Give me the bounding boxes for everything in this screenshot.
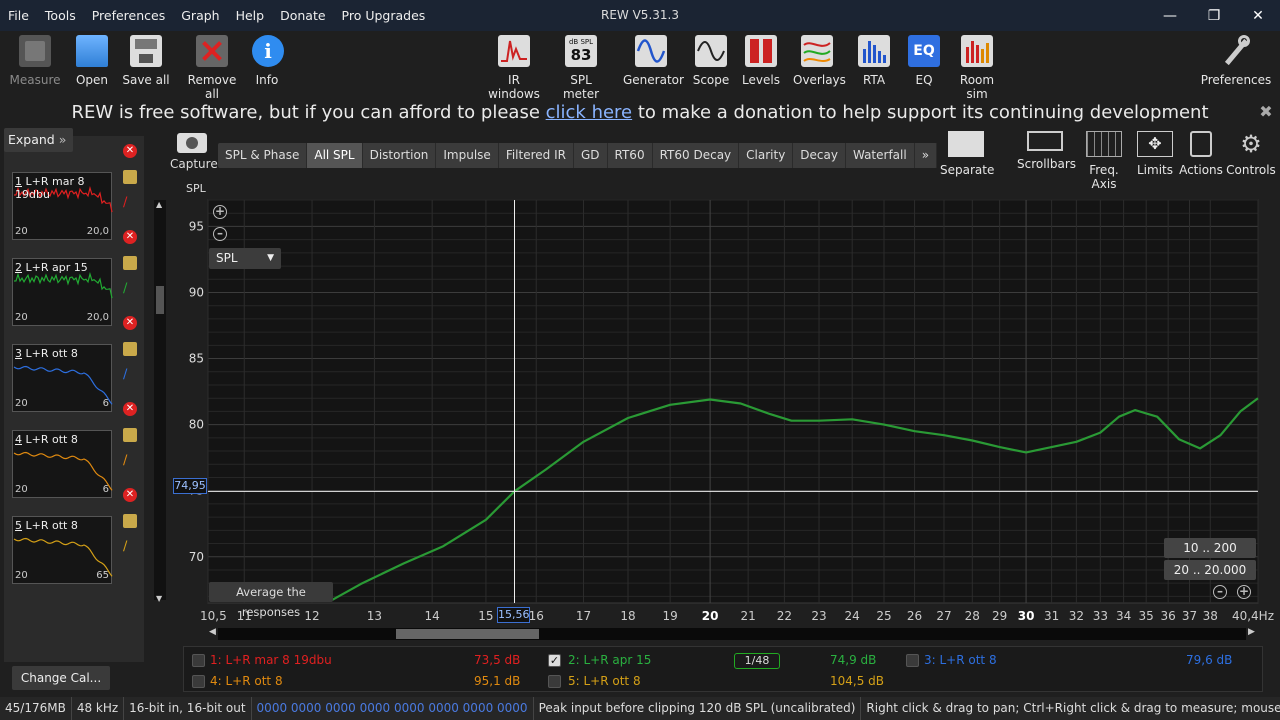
scroll-left-icon[interactable]: ◀	[209, 627, 216, 637]
x-tick-label: 22	[777, 609, 792, 623]
y-tick-label: 85	[189, 352, 204, 366]
x-tick-label: 34	[1116, 609, 1131, 623]
x-tick-label: 24	[845, 609, 860, 623]
bit-depth: 16-bit in, 16-bit out	[124, 697, 252, 720]
x-tick-label: 21	[740, 609, 755, 623]
legend-checkbox[interactable]	[192, 654, 205, 667]
legend-label: 2: L+R apr 15	[568, 653, 652, 667]
x-tick-label: 37	[1182, 609, 1197, 623]
rew-window: File Tools Preferences Graph Help Donate…	[0, 0, 1280, 720]
mouse-hint: Right click & drag to pan; Ctrl+Right cl…	[861, 697, 1280, 720]
x-tick-label: 14	[425, 609, 440, 623]
zoom-out-y-icon[interactable]: –	[213, 227, 227, 241]
y-tick-label: 95	[189, 219, 204, 233]
x-tick-label: 33	[1093, 609, 1108, 623]
x-tick-label: 31	[1044, 609, 1059, 623]
range-10-200-button[interactable]: 10 .. 200	[1164, 538, 1256, 558]
x-tick-label: 26	[907, 609, 922, 623]
x-tick-label: 30	[1018, 609, 1035, 623]
smoothing-indicator[interactable]: 1/48	[734, 653, 780, 669]
sample-rate: 48 kHz	[72, 697, 125, 720]
cursor-y-readout: 74,95	[173, 478, 207, 494]
x-tick-label: 35	[1139, 609, 1154, 623]
legend-value: 74,9 dB	[830, 653, 877, 667]
zoom-in-x-icon[interactable]: +	[1237, 585, 1251, 599]
x-tick-label: 16	[529, 609, 544, 623]
zoom-out-x-icon[interactable]: –	[1213, 585, 1227, 599]
x-tick-label: 29	[992, 609, 1007, 623]
legend-checkbox[interactable]	[906, 654, 919, 667]
x-tick-label: 13	[367, 609, 382, 623]
input-levels: 0000 0000 0000 0000 0000 0000 0000 0000	[252, 697, 534, 720]
x-tick-label: 10,5	[200, 609, 227, 623]
x-tick-label: 25	[876, 609, 891, 623]
legend-value: 73,5 dB	[474, 653, 521, 667]
y-tick-label: 80	[189, 418, 204, 432]
legend-label: 3: L+R ott 8	[924, 653, 997, 667]
frequency-scrollbar[interactable]	[218, 628, 1246, 640]
average-responses-button[interactable]: Average the responses	[209, 582, 333, 619]
spl-dropdown[interactable]: SPL ▼	[209, 248, 281, 269]
caret-down-icon: ▼	[267, 253, 274, 263]
legend-label: 4: L+R ott 8	[210, 674, 283, 688]
range-20-20000-button[interactable]: 20 .. 20.000	[1164, 560, 1256, 580]
x-tick-label: 28	[965, 609, 980, 623]
x-tick-label: 27	[936, 609, 951, 623]
scroll-right-icon[interactable]: ▶	[1248, 627, 1255, 637]
legend-checkbox[interactable]: ✓	[548, 654, 561, 667]
memory-usage: 45/176MB	[0, 697, 72, 720]
frequency-scroll-thumb[interactable]	[396, 629, 539, 639]
legend-label: 5: L+R ott 8	[568, 674, 641, 688]
legend-value: 104,5 dB	[830, 674, 885, 688]
cursor-x-readout: 15,56	[497, 607, 530, 623]
x-tick-label: 20	[702, 609, 719, 623]
x-tick-label: 32	[1069, 609, 1084, 623]
y-tick-label: 70	[189, 550, 204, 564]
peak-input: Peak input before clipping 120 dB SPL (u…	[534, 697, 862, 720]
legend-value: 95,1 dB	[474, 674, 521, 688]
x-tick-label: 36	[1161, 609, 1176, 623]
x-tick-label: 15	[478, 609, 493, 623]
legend-checkbox[interactable]	[548, 675, 561, 688]
spl-dropdown-value: SPL	[216, 251, 238, 265]
legend-panel: 1: L+R mar 8 19dbu 73,5 dB ✓ 2: L+R apr 15 7…	[183, 646, 1263, 692]
zoom-in-y-icon[interactable]: +	[213, 205, 227, 219]
y-tick-label: 90	[189, 285, 204, 299]
spl-chart[interactable]: 95908580757010,5111213141516171819202122…	[0, 0, 1280, 720]
x-tick-label: 19	[663, 609, 678, 623]
legend-checkbox[interactable]	[192, 675, 205, 688]
x-tick-label: 40,4Hz	[1232, 609, 1274, 623]
x-tick-label: 18	[620, 609, 635, 623]
x-tick-label: 38	[1203, 609, 1218, 623]
legend-value: 79,6 dB	[1186, 653, 1233, 667]
x-tick-label: 17	[576, 609, 591, 623]
legend-label: 1: L+R mar 8 19dbu	[210, 653, 332, 667]
x-tick-label: 12	[304, 609, 319, 623]
x-tick-label: 23	[811, 609, 826, 623]
status-bar: 45/176MB 48 kHz 16-bit in, 16-bit out 00…	[0, 697, 1280, 720]
